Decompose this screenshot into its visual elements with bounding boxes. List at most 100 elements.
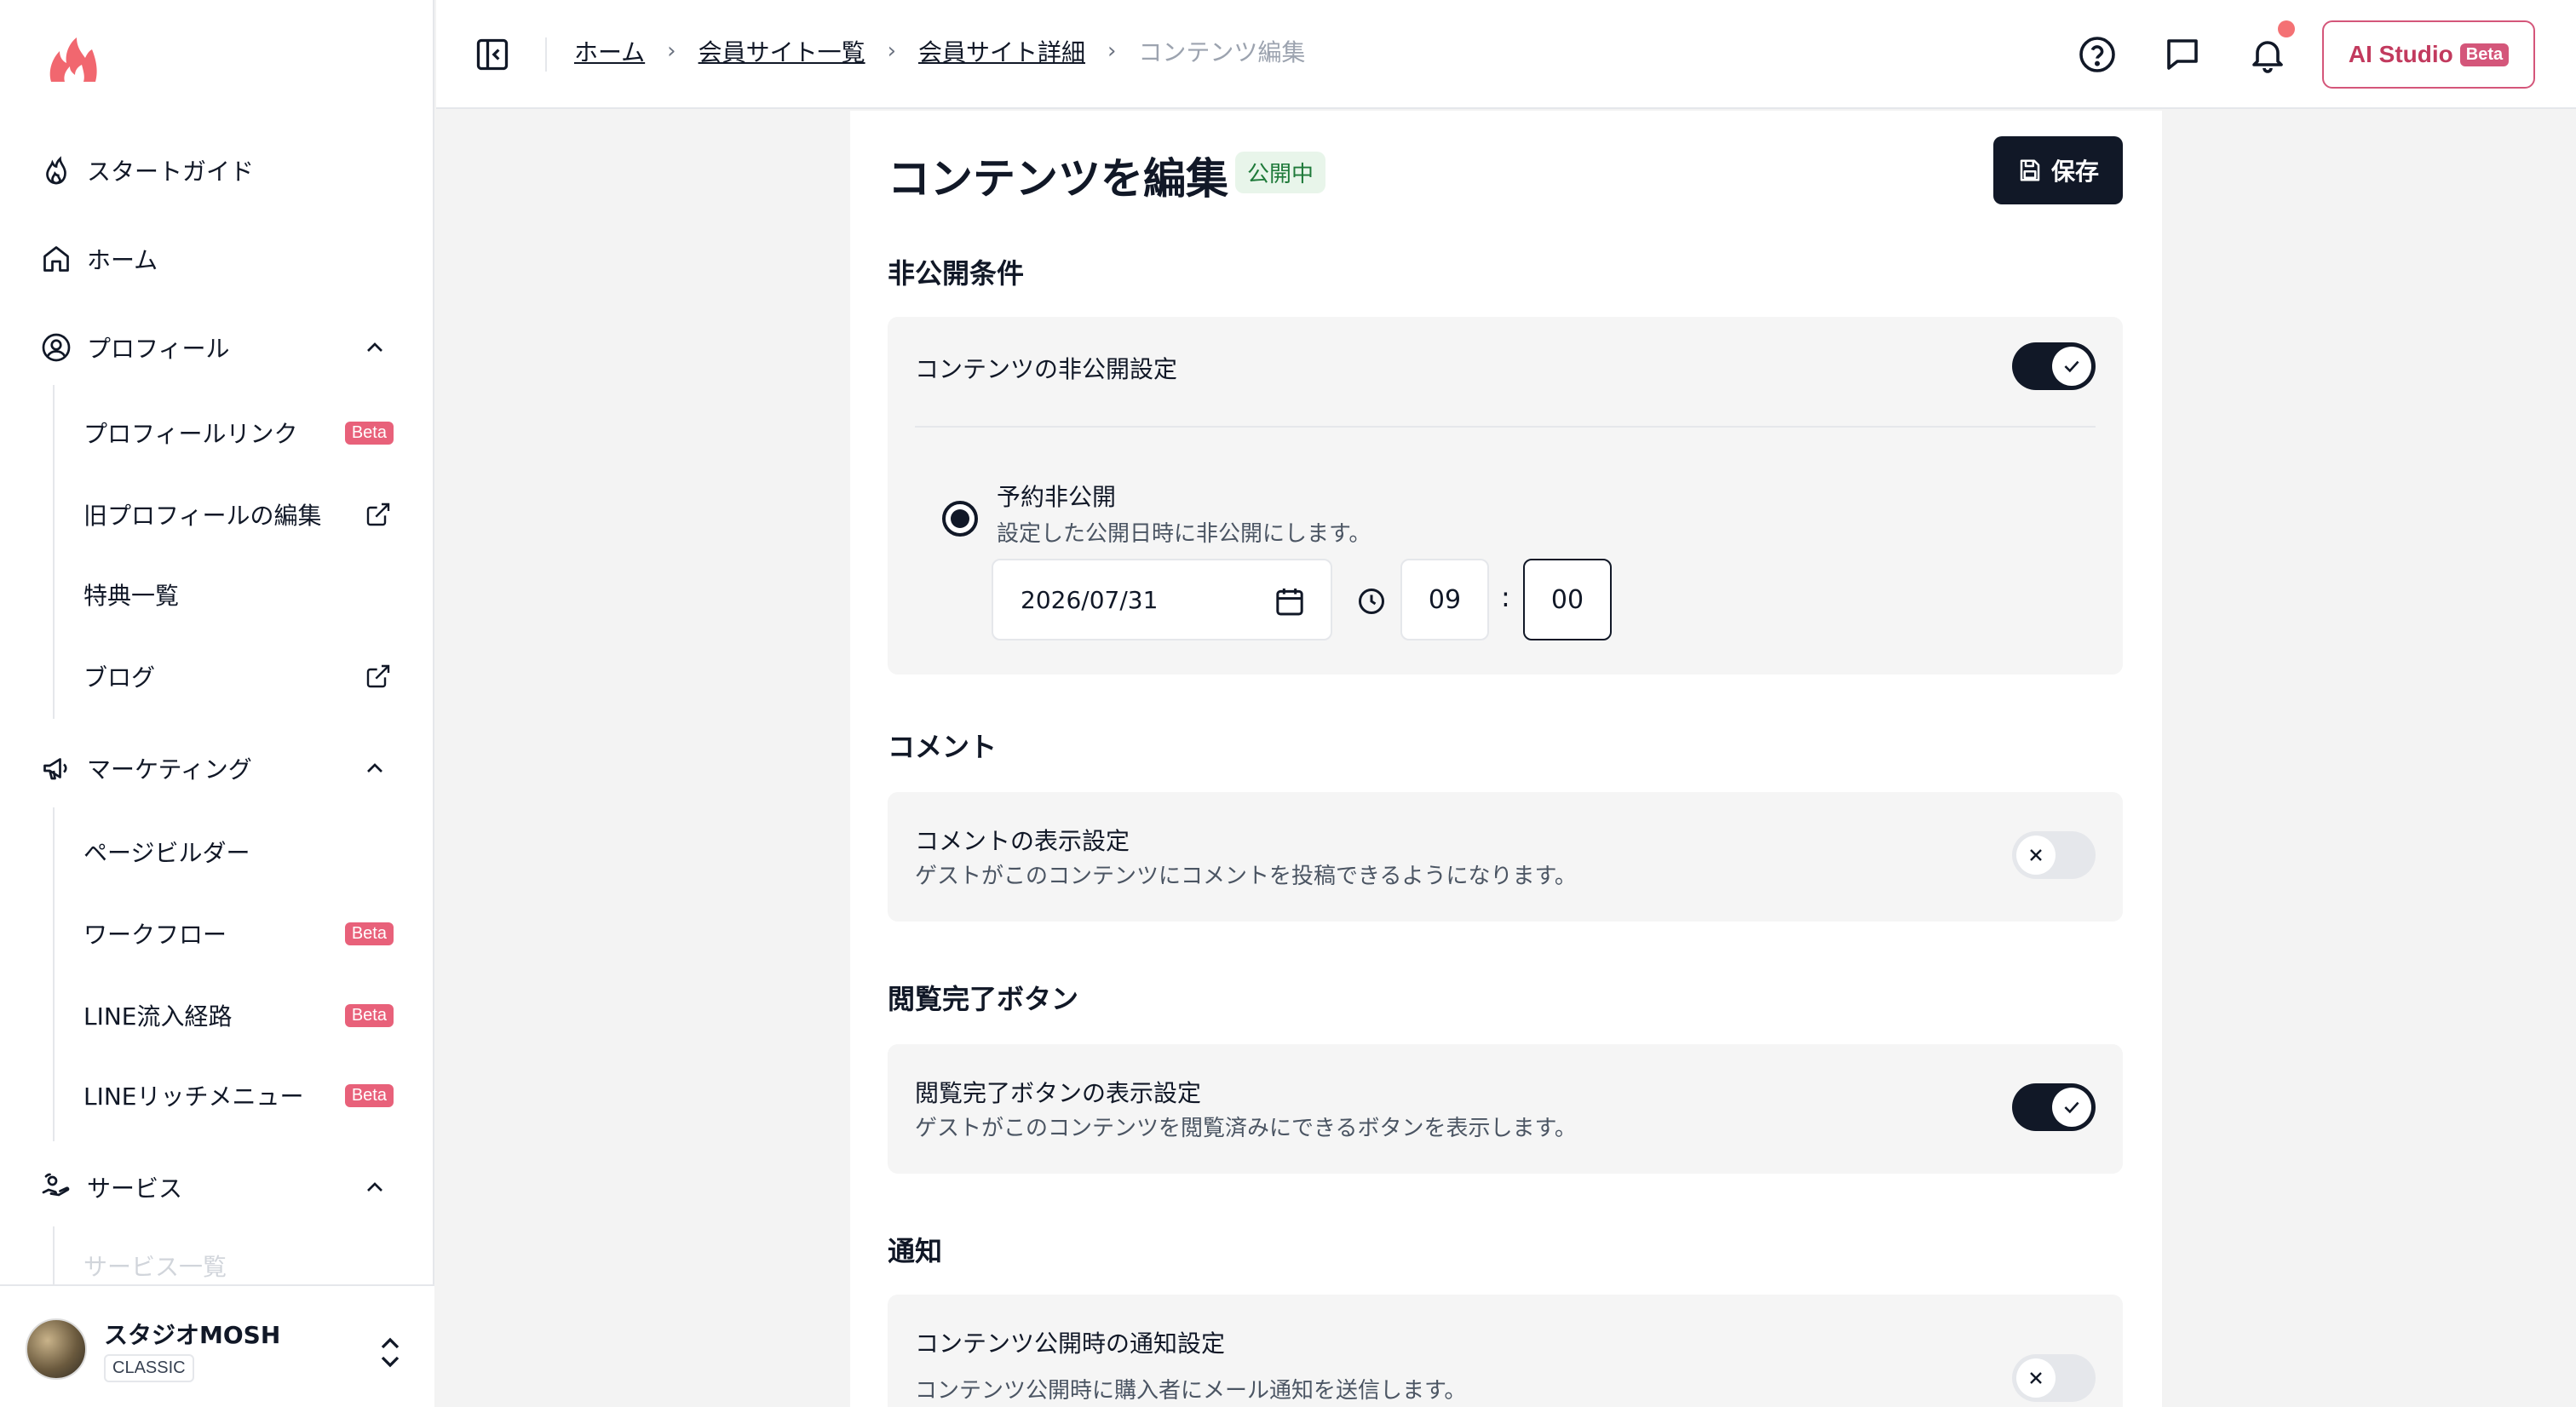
notify-toggle[interactable] [2012, 1354, 2096, 1402]
breadcrumb-home[interactable]: ホーム [574, 34, 645, 68]
sidebar-item-line-inflow[interactable]: LINE流入経路 Beta [83, 991, 399, 1039]
external-link-icon [366, 664, 390, 688]
complete-setting-label: 閲覧完了ボタンの表示設定 [915, 1079, 1202, 1107]
page-title: コンテンツを編集 [888, 154, 1228, 204]
status-badge: 公開中 [1235, 152, 1326, 193]
section-title-notify: 通知 [888, 1235, 943, 1267]
chevron-up-icon[interactable] [361, 334, 388, 361]
sidebar-item-service-list[interactable]: サービス一覧 [83, 1249, 399, 1284]
beta-badge: Beta [344, 1084, 394, 1107]
sidebar-item-page-builder[interactable]: ページビルダー [83, 828, 399, 876]
breadcrumb-member-sites[interactable]: 会員サイト一覧 [699, 34, 865, 68]
calendar-icon[interactable] [1273, 584, 1307, 618]
user-circle-icon [39, 330, 73, 365]
beta-badge: Beta [2459, 43, 2510, 66]
sidebar-item-old-profile-edit[interactable]: 旧プロフィールの編集 [83, 491, 399, 538]
sub-label: ブログ [83, 663, 156, 692]
unpublish-date-input[interactable]: 2026/07/31 [992, 559, 1332, 640]
sub-label: 旧プロフィールの編集 [83, 502, 322, 530]
mosh-flame-logo[interactable] [44, 32, 104, 92]
section-title-unpublish: 非公開条件 [888, 257, 1025, 290]
bell-icon[interactable] [2247, 34, 2288, 75]
account-name: スタジオMOSH [104, 1321, 281, 1349]
help-icon[interactable] [2077, 34, 2118, 75]
avatar [26, 1318, 87, 1380]
close-icon [2016, 1358, 2056, 1398]
nav-service[interactable]: サービス [39, 1162, 397, 1213]
scheduled-unpublish-desc: 設定した公開日時に非公開にします。 [997, 521, 1371, 547]
unpublish-setting-label: コンテンツの非公開設定 [915, 355, 1178, 383]
nav-label: ホーム [87, 246, 158, 274]
sidebar-item-line-rich-menu[interactable]: LINEリッチメニュー Beta [83, 1071, 399, 1119]
sidebar-item-blog[interactable]: ブログ [83, 652, 399, 700]
scheduled-unpublish-radio[interactable] [942, 501, 978, 537]
comment-setting-desc: ゲストがこのコンテンツにコメントを投稿できるようになります。 [915, 864, 1577, 889]
nav-label: サービス [87, 1174, 183, 1203]
flame-icon [39, 153, 73, 187]
nav-marketing[interactable]: マーケティング [39, 743, 397, 794]
notify-setting-label: コンテンツ公開時の通知設定 [915, 1329, 1226, 1358]
unpublish-toggle[interactable] [2012, 342, 2096, 390]
breadcrumb: ホーム › 会員サイト一覧 › 会員サイト詳細 › コンテンツ編集 [574, 34, 1305, 68]
notification-dot [2278, 20, 2295, 37]
notify-card: コンテンツ公開時の通知設定 コンテンツ公開時に購入者にメール通知を送信します。 [888, 1295, 2123, 1407]
sidebar-item-profile-link[interactable]: プロフィールリンク Beta [83, 409, 399, 457]
save-button[interactable]: 保存 [1993, 136, 2123, 204]
sidebar-collapse-icon[interactable] [474, 36, 511, 73]
complete-setting-desc: ゲストがこのコンテンツを閲覧済みにできるボタンを表示します。 [915, 1116, 1577, 1141]
chevron-up-icon[interactable] [361, 755, 388, 782]
beta-badge: Beta [344, 922, 394, 945]
section-title-comment: コメント [888, 731, 998, 763]
check-icon [2052, 347, 2091, 386]
nav-start-guide[interactable]: スタートガイド [39, 145, 397, 196]
sub-label: サービス一覧 [83, 1253, 227, 1281]
chevron-right-icon: › [667, 38, 676, 64]
close-icon [2016, 836, 2056, 875]
sidebar: スタートガイド ホーム プロフィール プロフィールリンク Beta 旧プロフィー… [0, 0, 434, 1407]
scheduled-unpublish-label: 予約非公開 [997, 483, 1117, 511]
home-icon [39, 242, 73, 276]
unpublish-minute-input[interactable]: 00 [1523, 559, 1612, 640]
account-switcher[interactable]: スタジオMOSH CLASSIC [0, 1284, 434, 1407]
chevron-right-icon: › [1107, 38, 1117, 64]
beta-badge: Beta [344, 422, 394, 445]
complete-button-card: 閲覧完了ボタンの表示設定 ゲストがこのコンテンツを閲覧済みにできるボタンを表示し… [888, 1044, 2123, 1174]
sub-label: プロフィールリンク [83, 420, 298, 448]
sub-label: ページビルダー [83, 839, 250, 867]
plan-badge: CLASSIC [104, 1354, 194, 1382]
chevron-up-icon[interactable] [361, 1174, 388, 1201]
unpublish-hour-input[interactable]: 09 [1400, 559, 1489, 640]
breadcrumb-member-site-detail[interactable]: 会員サイト詳細 [918, 34, 1085, 68]
chevron-right-icon: › [887, 38, 896, 64]
nav-home[interactable]: ホーム [39, 233, 397, 284]
nav-label: プロフィール [87, 335, 230, 363]
comment-card: コメントの表示設定 ゲストがこのコンテンツにコメントを投稿できるようになります。 [888, 792, 2123, 922]
nav-label: マーケティング [87, 755, 252, 784]
header-divider [545, 37, 547, 72]
sub-label: 特典一覧 [83, 582, 180, 610]
date-value: 2026/07/31 [1021, 585, 1159, 614]
check-icon [2052, 1088, 2091, 1127]
service-hand-icon [39, 1170, 73, 1204]
card-divider [915, 426, 2096, 428]
chevron-up-down-icon[interactable] [375, 1334, 405, 1371]
sidebar-item-benefits[interactable]: 特典一覧 [83, 571, 399, 618]
submenu-guide-line [53, 807, 55, 1141]
megaphone-icon [39, 751, 73, 785]
breadcrumb-current: コンテンツ編集 [1138, 38, 1306, 66]
top-header: ホーム › 会員サイト一覧 › 会員サイト詳細 › コンテンツ編集 AI Stu… [436, 0, 2576, 109]
save-label: 保存 [2050, 158, 2099, 186]
chat-icon[interactable] [2162, 34, 2203, 75]
unpublish-card: コンテンツの非公開設定 予約非公開 設定した公開日時に非公開にします。 2026… [888, 317, 2123, 675]
ai-studio-button[interactable]: AI Studio Beta [2322, 20, 2535, 89]
content-edit-panel: コンテンツを編集 公開中 保存 非公開条件 コンテンツの非公開設定 予約非公開 … [850, 111, 2162, 1407]
sub-label: ワークフロー [83, 921, 227, 949]
ai-studio-label: AI Studio [2348, 41, 2453, 67]
comment-setting-label: コメントの表示設定 [915, 827, 1130, 855]
complete-toggle[interactable] [2012, 1083, 2096, 1131]
nav-profile[interactable]: プロフィール [39, 322, 397, 373]
save-icon [2020, 159, 2040, 181]
comment-toggle[interactable] [2012, 831, 2096, 879]
submenu-guide-line [53, 385, 55, 719]
sidebar-item-workflow[interactable]: ワークフロー Beta [83, 910, 399, 957]
